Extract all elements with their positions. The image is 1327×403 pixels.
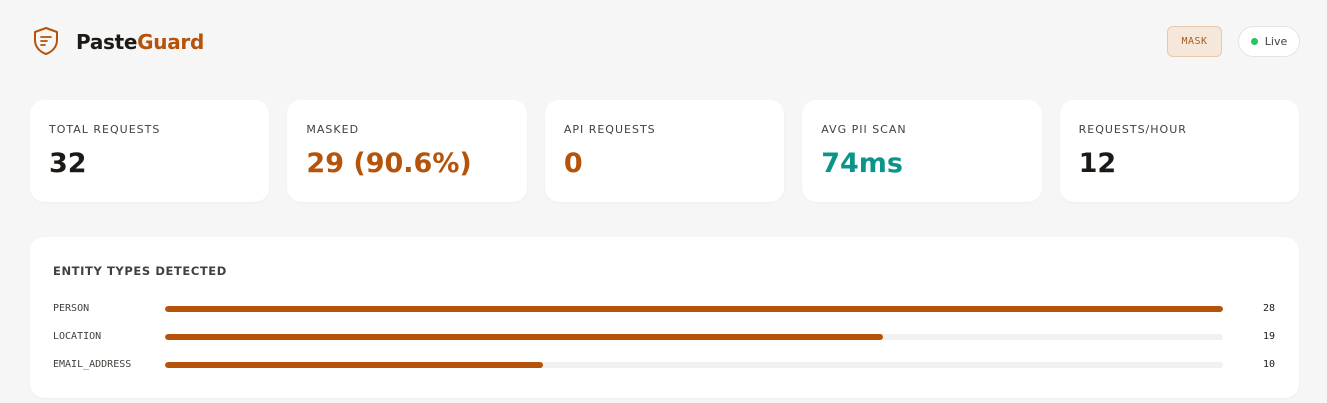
stat-card-requests-per-hour: REQUESTS/HOUR 12: [1059, 100, 1300, 202]
stat-label: AVG PII SCAN: [821, 123, 907, 136]
brand-part-2: Guard: [137, 30, 204, 54]
mode-badge[interactable]: MASK: [1167, 26, 1222, 57]
entity-count: 10: [1262, 359, 1275, 370]
stats-row: TOTAL REQUESTS 32 MASKED 29 (90.6%) API …: [30, 100, 1300, 202]
entity-bar-track: [165, 334, 1223, 340]
stat-label: REQUESTS/HOUR: [1078, 123, 1187, 136]
entity-bar-fill: [165, 306, 1223, 312]
entity-row-location: LOCATION 19: [30, 329, 1299, 345]
stat-value: 12: [1078, 148, 1117, 179]
entity-bar-fill: [165, 362, 543, 368]
brand-part-1: Paste: [76, 30, 138, 54]
stat-label: MASKED: [306, 123, 360, 136]
shield-icon: [34, 27, 58, 55]
live-status-pill[interactable]: Live: [1238, 26, 1300, 57]
entity-name: LOCATION: [53, 331, 102, 342]
stat-value: 74ms: [821, 148, 903, 179]
live-label: Live: [1264, 35, 1288, 48]
stat-label: API REQUESTS: [563, 123, 656, 136]
stat-value: 0: [563, 148, 583, 179]
entity-row-person: PERSON 28: [30, 301, 1299, 317]
entity-count: 28: [1262, 303, 1275, 314]
stat-card-masked: MASKED 29 (90.6%): [287, 100, 527, 202]
stat-card-total-requests: TOTAL REQUESTS 32: [30, 100, 270, 202]
live-dot-icon: [1250, 38, 1258, 45]
entity-bar-track: [165, 306, 1223, 312]
entity-row-email-address: EMAIL_ADDRESS 10: [30, 357, 1299, 373]
stat-card-avg-pii-scan: AVG PII SCAN 74ms: [802, 100, 1042, 202]
entity-count: 19: [1262, 331, 1275, 342]
stat-card-api-requests: API REQUESTS 0: [544, 100, 785, 202]
entity-types-panel: ENTITY TYPES DETECTED PERSON 28 LOCATION…: [30, 237, 1299, 398]
brand-name: PasteGuard: [76, 30, 204, 54]
panel-title: ENTITY TYPES DETECTED: [53, 264, 227, 278]
entity-bar-track: [165, 362, 1223, 368]
entity-bar-fill: [165, 334, 884, 340]
stat-value: 29 (90.6%): [306, 148, 472, 179]
stat-label: TOTAL REQUESTS: [49, 123, 161, 136]
entity-name: PERSON: [53, 303, 90, 314]
stat-value: 32: [49, 148, 87, 179]
entity-name: EMAIL_ADDRESS: [53, 359, 132, 370]
header: PasteGuard MASK Live: [0, 0, 1327, 84]
